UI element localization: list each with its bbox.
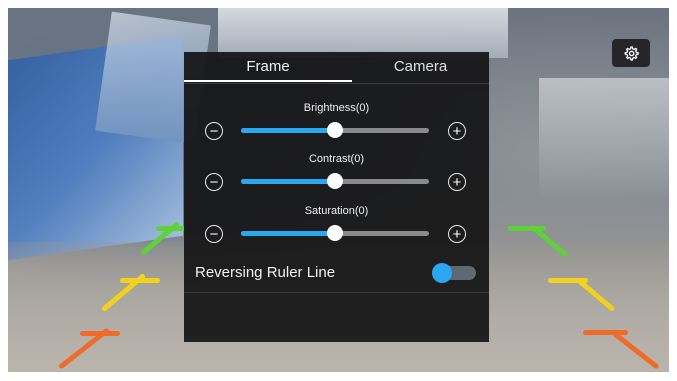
brightness-increase-button[interactable]: + xyxy=(448,122,466,140)
plus-icon: + xyxy=(452,173,462,191)
brightness-slider[interactable] xyxy=(241,122,429,138)
slider-fill xyxy=(241,128,335,133)
brightness-label: Brightness(0) xyxy=(303,102,370,114)
divider xyxy=(184,292,489,293)
toggle-knob xyxy=(432,263,452,283)
guide-line-green-left xyxy=(156,226,186,231)
slider-fill xyxy=(241,179,335,184)
settings-panel: Frame Camera Brightness(0) − + Contrast(… xyxy=(184,52,489,342)
slider-thumb[interactable] xyxy=(327,122,343,138)
reversing-ruler-toggle[interactable] xyxy=(432,263,476,283)
slider-fill xyxy=(241,231,335,236)
tab-camera[interactable]: Camera xyxy=(352,58,489,75)
tab-frame[interactable]: Frame xyxy=(184,58,352,75)
saturation-label: Saturation(0) xyxy=(304,205,369,217)
guide-line-red-right xyxy=(583,330,628,335)
slider-thumb[interactable] xyxy=(327,225,343,241)
active-tab-indicator xyxy=(184,80,352,82)
saturation-decrease-button[interactable]: − xyxy=(205,225,223,243)
contrast-slider[interactable] xyxy=(241,173,429,189)
guide-line-yellow-left xyxy=(120,278,160,283)
plus-icon: + xyxy=(452,122,462,140)
brightness-decrease-button[interactable]: − xyxy=(205,122,223,140)
minus-icon: − xyxy=(209,122,219,140)
tab-bar: Frame Camera xyxy=(184,52,489,84)
saturation-slider[interactable] xyxy=(241,225,429,241)
reversing-ruler-label: Reversing Ruler Line xyxy=(195,264,336,281)
slider-thumb[interactable] xyxy=(327,173,343,189)
guide-line-red-left xyxy=(80,331,120,336)
camera-background-object xyxy=(218,8,508,58)
settings-button[interactable] xyxy=(612,39,650,67)
plus-icon: + xyxy=(452,225,462,243)
saturation-increase-button[interactable]: + xyxy=(448,225,466,243)
minus-icon: − xyxy=(209,225,219,243)
contrast-increase-button[interactable]: + xyxy=(448,173,466,191)
gear-icon xyxy=(624,46,639,61)
divider xyxy=(184,83,489,84)
contrast-label: Contrast(0) xyxy=(308,153,365,165)
camera-background-object xyxy=(539,78,669,198)
minus-icon: − xyxy=(209,173,219,191)
contrast-decrease-button[interactable]: − xyxy=(205,173,223,191)
